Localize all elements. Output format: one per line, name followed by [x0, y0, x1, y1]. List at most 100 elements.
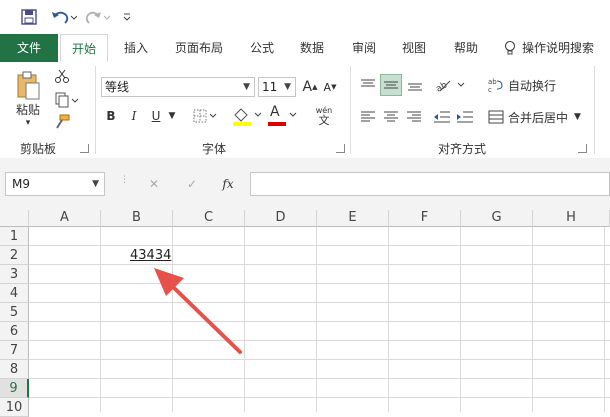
- divider: [594, 66, 595, 154]
- customize-icon[interactable]: [120, 7, 134, 27]
- name-box-value: M9: [12, 177, 30, 191]
- increase-indent-button[interactable]: [455, 106, 475, 128]
- chevron-down-icon: ▼: [574, 112, 581, 122]
- alignment-group-label: 对齐方式: [438, 142, 487, 156]
- align-left-icon: [361, 111, 375, 122]
- merge-center-label: 合并后居中: [508, 110, 569, 125]
- cut-icon[interactable]: [52, 66, 72, 86]
- ribbon-tabs: 文件 开始 插入 页面布局 公式 数据 审阅 视图 帮助 操作说明搜索: [0, 34, 610, 63]
- merge-center-button[interactable]: 合并后居中 ▼: [488, 106, 584, 128]
- tab-formulas[interactable]: 公式: [240, 34, 284, 62]
- align-right-button[interactable]: [404, 106, 424, 128]
- column-header-e[interactable]: E: [317, 210, 389, 227]
- font-name-value: 等线: [105, 80, 130, 94]
- grow-font-glyph: A: [302, 79, 313, 95]
- row-header-10[interactable]: 10: [0, 398, 29, 417]
- underline-button[interactable]: U: [147, 106, 165, 126]
- splitter-handle[interactable]: ⋮: [120, 176, 129, 190]
- orientation-icon: ab: [434, 80, 465, 93]
- tab-review[interactable]: 审阅: [342, 34, 386, 62]
- chevron-down-icon: ▼: [243, 82, 250, 92]
- select-all-corner[interactable]: [0, 210, 29, 227]
- tab-data[interactable]: 数据: [290, 34, 334, 62]
- align-bottom-icon: [408, 83, 422, 91]
- borders-icon: [193, 109, 217, 123]
- column-header-c[interactable]: C: [173, 210, 245, 227]
- font-size-value: 11: [262, 80, 278, 94]
- column-header-a[interactable]: A: [29, 210, 101, 227]
- align-center-icon: [384, 111, 398, 122]
- tab-home[interactable]: 开始: [60, 34, 108, 62]
- undo-icon[interactable]: [50, 7, 78, 27]
- font-name-dropdown[interactable]: 等线 ▼: [101, 77, 255, 97]
- redo-icon[interactable]: [84, 7, 112, 27]
- tab-file[interactable]: 文件: [0, 34, 58, 62]
- cell-area[interactable]: [29, 227, 610, 412]
- tell-me-search[interactable]: 操作说明搜索: [504, 34, 610, 62]
- chevron-down-icon: ▼: [284, 82, 291, 92]
- format-painter-icon[interactable]: [52, 112, 72, 132]
- tab-view[interactable]: 视图: [392, 34, 436, 62]
- tab-help[interactable]: 帮助: [444, 34, 488, 62]
- shrink-font-button[interactable]: A ▼: [322, 77, 338, 97]
- font-color-button[interactable]: A: [268, 104, 300, 128]
- column-header-d[interactable]: D: [245, 210, 317, 227]
- cancel-entry-button[interactable]: ✕: [142, 172, 166, 196]
- ribbon-home: 粘贴 ▾ 剪贴板 等线 ▼ 11 ▼ A ▲ A ▼ B I U ▼ A wén 文…: [0, 62, 610, 159]
- align-bottom-button[interactable]: [405, 74, 425, 96]
- column-header-g[interactable]: G: [461, 210, 533, 227]
- enter-button[interactable]: ✓: [180, 172, 204, 196]
- align-left-button[interactable]: [358, 106, 378, 128]
- decrease-indent-icon: [434, 111, 450, 123]
- row-header-9[interactable]: 9: [0, 379, 29, 398]
- save-icon[interactable]: [18, 7, 40, 27]
- align-top-button[interactable]: [358, 74, 378, 96]
- font-launcher-icon[interactable]: [336, 144, 345, 153]
- chevron-down-icon[interactable]: ▼: [166, 106, 178, 126]
- fill-color-button[interactable]: [230, 104, 264, 128]
- align-center-button[interactable]: [381, 106, 401, 128]
- alignment-launcher-icon[interactable]: [578, 144, 587, 153]
- paste-button[interactable]: 粘贴 ▾: [8, 68, 48, 130]
- row-header-1[interactable]: 1: [0, 227, 29, 246]
- align-middle-icon: [384, 81, 398, 89]
- row-header-8[interactable]: 8: [0, 360, 29, 379]
- insert-function-button[interactable]: fx: [216, 172, 240, 196]
- align-middle-button[interactable]: [380, 74, 402, 96]
- row-header-5[interactable]: 5: [0, 303, 29, 322]
- row-header-3[interactable]: 3: [0, 265, 29, 284]
- font-group-label: 字体: [202, 142, 227, 156]
- clipboard-group-label: 剪贴板: [20, 142, 57, 156]
- row-header-7[interactable]: 7: [0, 341, 29, 360]
- column-header-b[interactable]: B: [101, 210, 173, 227]
- font-color-glyph: A: [270, 104, 280, 120]
- svg-text:c: c: [488, 86, 492, 93]
- phonetic-bottom: 文: [318, 114, 330, 127]
- paste-label: 粘贴: [15, 102, 40, 117]
- tab-insert[interactable]: 插入: [114, 34, 158, 62]
- tab-page-layout[interactable]: 页面布局: [168, 34, 230, 62]
- column-header-f[interactable]: F: [389, 210, 461, 227]
- svg-text:ab: ab: [434, 80, 449, 93]
- phonetic-guide-button[interactable]: wén 文: [308, 102, 340, 130]
- column-header-h[interactable]: H: [533, 210, 610, 227]
- chevron-down-icon: ▼: [92, 179, 99, 189]
- row-header-6[interactable]: 6: [0, 322, 29, 341]
- lightbulb-icon: [504, 40, 516, 55]
- name-box[interactable]: M9 ▼: [5, 172, 105, 196]
- wrap-text-button[interactable]: ab c 自动换行: [488, 74, 568, 96]
- copy-icon[interactable]: [52, 90, 82, 110]
- row-header-4[interactable]: 4: [0, 284, 29, 303]
- clipboard-launcher-icon[interactable]: [80, 144, 89, 153]
- fill-color-icon: [233, 108, 262, 126]
- borders-button[interactable]: [190, 106, 220, 126]
- svg-text:ab: ab: [488, 78, 497, 86]
- decrease-indent-button[interactable]: [432, 106, 452, 128]
- row-header-2[interactable]: 2: [0, 246, 29, 265]
- font-size-dropdown[interactable]: 11 ▼: [258, 77, 296, 97]
- formula-input[interactable]: [250, 172, 610, 196]
- grow-font-button[interactable]: A ▲: [302, 77, 318, 97]
- italic-button[interactable]: I: [125, 106, 143, 126]
- orientation-button[interactable]: ab: [432, 74, 468, 96]
- bold-button[interactable]: B: [102, 106, 120, 126]
